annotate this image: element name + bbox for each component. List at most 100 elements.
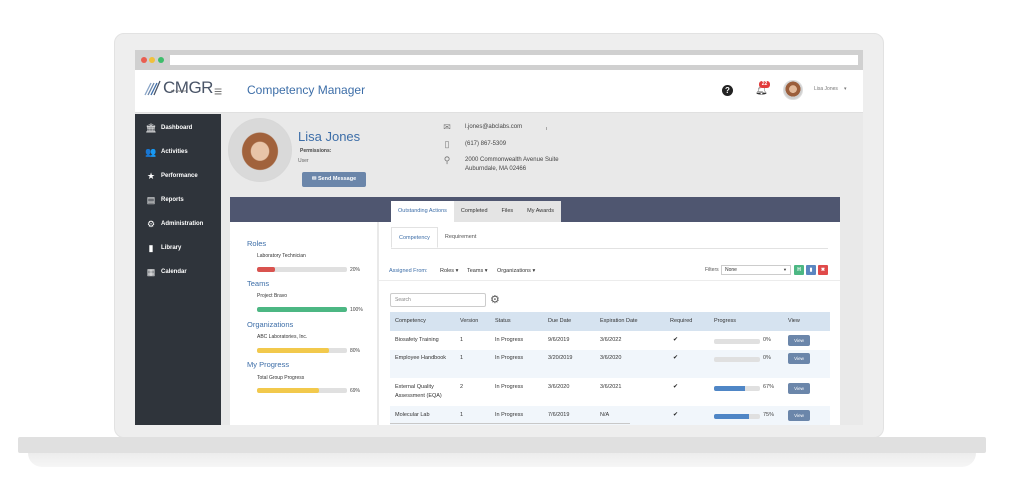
table-row: Biosafety Training 1 In Progress 9/6/201… — [390, 331, 830, 350]
user-menu-name[interactable]: Lisa Jones — [814, 86, 838, 92]
column-header[interactable]: Competency — [395, 318, 426, 324]
clear-filter-icon[interactable]: ✖ — [818, 265, 828, 275]
sidebar-item-label: Dashboard — [161, 125, 193, 131]
column-header[interactable]: Status — [495, 318, 511, 324]
checkmark-icon: ✔ — [673, 384, 679, 390]
send-message-button[interactable]: ✉ Send Message — [302, 172, 366, 187]
sub-tab-divider — [391, 248, 828, 249]
cell-competency: External Quality Assessment (EQA) — [395, 384, 442, 399]
checkmark-icon: ✔ — [673, 355, 679, 361]
teams-title: Teams — [247, 279, 270, 288]
sidebar-item-dashboard[interactable]: 🏛 Dashboard — [135, 120, 221, 136]
sidebar-item-library[interactable]: ▮ Library — [135, 240, 221, 256]
tab-requirement[interactable]: Requirement — [438, 227, 484, 248]
tab-competency[interactable]: Competency — [391, 227, 438, 248]
notification-badge: 22 — [759, 81, 770, 88]
column-header[interactable]: Expiration Date — [600, 318, 638, 324]
column-header[interactable]: Version — [460, 318, 478, 324]
profile-name: Lisa Jones — [298, 129, 361, 144]
organizations-title: Organizations — [247, 320, 294, 329]
cell-status: In Progress — [495, 337, 524, 343]
cell-status: In Progress — [495, 384, 524, 390]
organizations-dropdown[interactable]: Organizations ▾ — [497, 268, 535, 274]
page-title: Competency Manager — [247, 83, 366, 97]
summary-panel: Roles Laboratory Technician 20% Teams Pr… — [230, 222, 377, 425]
window-minimize-dot[interactable] — [149, 57, 155, 63]
search-input[interactable] — [390, 293, 486, 307]
phone-number: (617) 867-5309 — [465, 141, 507, 147]
column-header[interactable]: View — [788, 318, 800, 324]
avatar[interactable] — [783, 80, 803, 100]
window-maximize-dot[interactable] — [158, 57, 164, 63]
sidebar-item-activities[interactable]: 👥 Activities — [135, 144, 221, 160]
view-button[interactable]: View — [788, 335, 810, 346]
bookmark-icon[interactable]: ▮ — [806, 265, 816, 275]
column-header[interactable]: Progress — [714, 318, 736, 324]
column-header[interactable]: Required — [670, 318, 692, 324]
help-icon[interactable]: ? — [722, 85, 733, 96]
sub-tabs: Competency Requirement — [391, 227, 483, 248]
filters-selected-value: None — [725, 267, 737, 273]
activities-icon: 👥 — [145, 146, 157, 157]
actions-panel: Competency Requirement Assigned From: Ro… — [379, 222, 840, 425]
tab-completed[interactable]: Completed — [454, 201, 495, 222]
teams-dropdown[interactable]: Teams ▾ — [467, 268, 488, 274]
tab-my-awards[interactable]: My Awards — [520, 201, 561, 222]
url-bar[interactable] — [170, 55, 858, 65]
cell-due-date: 9/6/2019 — [548, 337, 570, 343]
sidebar-item-reports[interactable]: ▤ Reports — [135, 192, 221, 208]
roles-progress-value: 20% — [350, 267, 361, 273]
chevron-down-icon[interactable]: ▾ — [844, 86, 847, 92]
cell-expiration: 3/6/2022 — [600, 337, 622, 343]
dashboard-icon: 🏛 — [145, 122, 157, 133]
row-progress-value: 0% — [763, 337, 771, 343]
cell-version: 2 — [460, 384, 464, 390]
sidebar-item-administration[interactable]: ⚙ Administration — [135, 216, 221, 232]
teams-progress-fill — [257, 307, 347, 312]
column-header[interactable]: Due Date — [548, 318, 571, 324]
star-icon: ★ — [146, 170, 156, 181]
gear-icon[interactable]: ⚙ — [490, 293, 500, 306]
hamburger-menu-icon[interactable]: ≡ — [214, 83, 222, 99]
cell-due-date: 7/6/2019 — [548, 412, 570, 418]
profile-photo — [228, 118, 292, 182]
horizontal-scrollbar[interactable] — [390, 423, 630, 424]
app-header: CMGR By CABEM ≡ Competency Manager ? 🔔︎ … — [135, 70, 863, 113]
cell-status: In Progress — [495, 412, 524, 418]
checkmark-icon: ✔ — [673, 412, 679, 418]
roles-progress-bar — [257, 267, 347, 272]
view-button[interactable]: View — [788, 410, 810, 421]
row-progress-value: 0% — [763, 355, 771, 361]
cell-competency: Employee Handbook — [395, 355, 447, 361]
sidebar-item-label: Performance — [161, 173, 198, 179]
window-close-dot[interactable] — [141, 57, 147, 63]
roles-progress-fill — [257, 267, 275, 272]
sidebar-item-calendar[interactable]: ▦ Calendar — [135, 264, 221, 280]
my-progress-title: My Progress — [247, 360, 290, 369]
roles-dropdown[interactable]: Roles ▾ — [440, 268, 458, 274]
save-filter-icon[interactable]: H — [794, 265, 804, 275]
laptop-screen: CMGR By CABEM ≡ Competency Manager ? 🔔︎ … — [135, 50, 863, 425]
sidebar-item-label: Calendar — [161, 269, 187, 275]
cmgr-logo[interactable]: CMGR — [143, 79, 213, 97]
filters-select[interactable]: None ▼ — [721, 265, 791, 275]
row-progress-fill — [714, 386, 745, 391]
assigned-from-label: Assigned From: — [389, 268, 428, 274]
checkmark-icon: ✔ — [673, 337, 679, 343]
cell-due-date: 3/6/2020 — [548, 384, 570, 390]
cell-version: 1 — [460, 412, 464, 418]
permissions-value: User — [298, 158, 309, 164]
email-link[interactable]: l.jones@abclabs.com — [465, 123, 522, 132]
tab-files[interactable]: Files — [495, 201, 521, 222]
view-button[interactable]: View — [788, 353, 810, 364]
tab-outstanding-actions[interactable]: Outstanding Actions — [391, 201, 454, 222]
permissions-label: Permissions: — [300, 148, 332, 154]
row-progress-value: 75% — [763, 412, 775, 418]
logo-mark-icon — [144, 80, 161, 96]
teams-progress-value: 100% — [350, 307, 363, 313]
sidebar-item-performance[interactable]: ★ Performance — [135, 168, 221, 184]
view-button[interactable]: View — [788, 383, 810, 394]
text-cursor: ı — [546, 126, 548, 132]
envelope-icon: ✉ — [443, 122, 451, 132]
cell-competency: Molecular Lab — [395, 412, 430, 418]
